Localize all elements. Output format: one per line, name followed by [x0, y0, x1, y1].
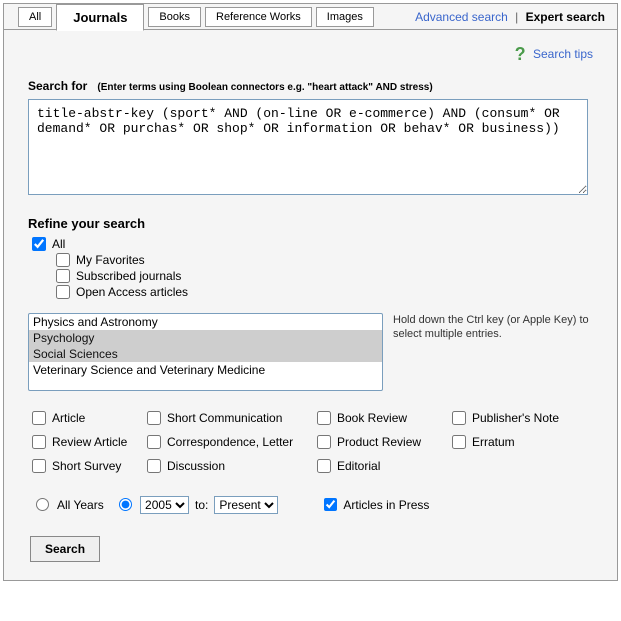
subject-row: Physics and Astronomy Psychology Social … — [28, 313, 593, 391]
search-hint: (Enter terms using Boolean connectors e.… — [97, 82, 432, 93]
type-discussion-checkbox[interactable] — [147, 459, 161, 473]
type-review-article-label: Review Article — [52, 435, 127, 449]
type-corr-letter-label: Correspondence, Letter — [167, 435, 293, 449]
all-years-label: All Years — [57, 498, 104, 512]
tab-reference-works[interactable]: Reference Works — [205, 7, 312, 27]
refine-all-row: All — [32, 237, 593, 251]
articles-in-press-label: Articles in Press — [343, 498, 429, 512]
subject-multi-hint: Hold down the Ctrl key (or Apple Key) to… — [393, 313, 593, 391]
refine-openaccess-label: Open Access articles — [76, 285, 188, 299]
tab-books[interactable]: Books — [148, 7, 201, 27]
subject-option[interactable]: Physics and Astronomy — [29, 314, 382, 330]
type-book-review-checkbox[interactable] — [317, 411, 331, 425]
refine-subscribed-checkbox[interactable] — [56, 269, 70, 283]
tab-images[interactable]: Images — [316, 7, 374, 27]
search-for-label: Search for — [28, 79, 87, 93]
refine-favorites-label: My Favorites — [76, 253, 145, 267]
type-pub-note-checkbox[interactable] — [452, 411, 466, 425]
help-icon: ? — [515, 44, 526, 64]
type-product-review-checkbox[interactable] — [317, 435, 331, 449]
type-discussion-label: Discussion — [167, 459, 225, 473]
type-erratum-checkbox[interactable] — [452, 435, 466, 449]
type-corr-letter-checkbox[interactable] — [147, 435, 161, 449]
type-article-checkbox[interactable] — [32, 411, 46, 425]
search-label-row: Search for (Enter terms using Boolean co… — [28, 79, 593, 93]
refine-all-checkbox[interactable] — [32, 237, 46, 251]
search-button[interactable]: Search — [30, 536, 100, 562]
year-to-select[interactable]: Present — [214, 496, 278, 514]
refine-openaccess-checkbox[interactable] — [56, 285, 70, 299]
type-short-comm-checkbox[interactable] — [147, 411, 161, 425]
tab-bar: All Journals Books Reference Works Image… — [4, 4, 617, 30]
search-tips-row: ? Search tips — [28, 44, 593, 65]
type-book-review-label: Book Review — [337, 411, 407, 425]
refine-subscribed-label: Subscribed journals — [76, 269, 181, 283]
search-tips-link[interactable]: Search tips — [533, 47, 593, 61]
year-to-label: to: — [195, 498, 208, 512]
separator: | — [515, 10, 518, 24]
type-editorial-label: Editorial — [337, 459, 380, 473]
search-query-textarea[interactable]: title-abstr-key (sport* AND (on-line OR … — [28, 99, 588, 195]
subject-listbox[interactable]: Physics and Astronomy Psychology Social … — [28, 313, 383, 391]
year-from-select[interactable]: 2005 — [140, 496, 189, 514]
doc-type-grid: Article Short Communication Book Review … — [32, 409, 593, 475]
type-article-label: Article — [52, 411, 85, 425]
year-row: All Years 2005 to: Present Articles in P… — [36, 495, 593, 514]
tab-journals[interactable]: Journals — [56, 4, 144, 31]
type-erratum-label: Erratum — [472, 435, 515, 449]
refine-heading: Refine your search — [28, 216, 593, 231]
refine-openaccess-row: Open Access articles — [56, 285, 593, 299]
form-body: ? Search tips Search for (Enter terms us… — [4, 30, 617, 580]
tab-all[interactable]: All — [18, 7, 52, 27]
type-short-comm-label: Short Communication — [167, 411, 282, 425]
type-short-survey-label: Short Survey — [52, 459, 121, 473]
subject-option[interactable]: Veterinary Science and Veterinary Medici… — [29, 362, 382, 378]
refine-favorites-checkbox[interactable] — [56, 253, 70, 267]
type-pub-note-label: Publisher's Note — [472, 411, 559, 425]
refine-favorites-row: My Favorites — [56, 253, 593, 267]
type-editorial-checkbox[interactable] — [317, 459, 331, 473]
subject-option[interactable]: Psychology — [29, 330, 382, 346]
subject-option[interactable]: Social Sciences — [29, 346, 382, 362]
all-years-radio[interactable] — [36, 498, 49, 511]
year-range-radio[interactable] — [119, 498, 132, 511]
refine-subscribed-row: Subscribed journals — [56, 269, 593, 283]
type-product-review-label: Product Review — [337, 435, 421, 449]
type-short-survey-checkbox[interactable] — [32, 459, 46, 473]
type-review-article-checkbox[interactable] — [32, 435, 46, 449]
advanced-search-link[interactable]: Advanced search — [415, 10, 508, 24]
articles-in-press-checkbox[interactable] — [324, 498, 337, 511]
search-mode-links: Advanced search | Expert search — [415, 10, 617, 24]
refine-all-label: All — [52, 237, 65, 251]
search-panel: All Journals Books Reference Works Image… — [3, 3, 618, 581]
expert-search-link[interactable]: Expert search — [526, 10, 605, 24]
